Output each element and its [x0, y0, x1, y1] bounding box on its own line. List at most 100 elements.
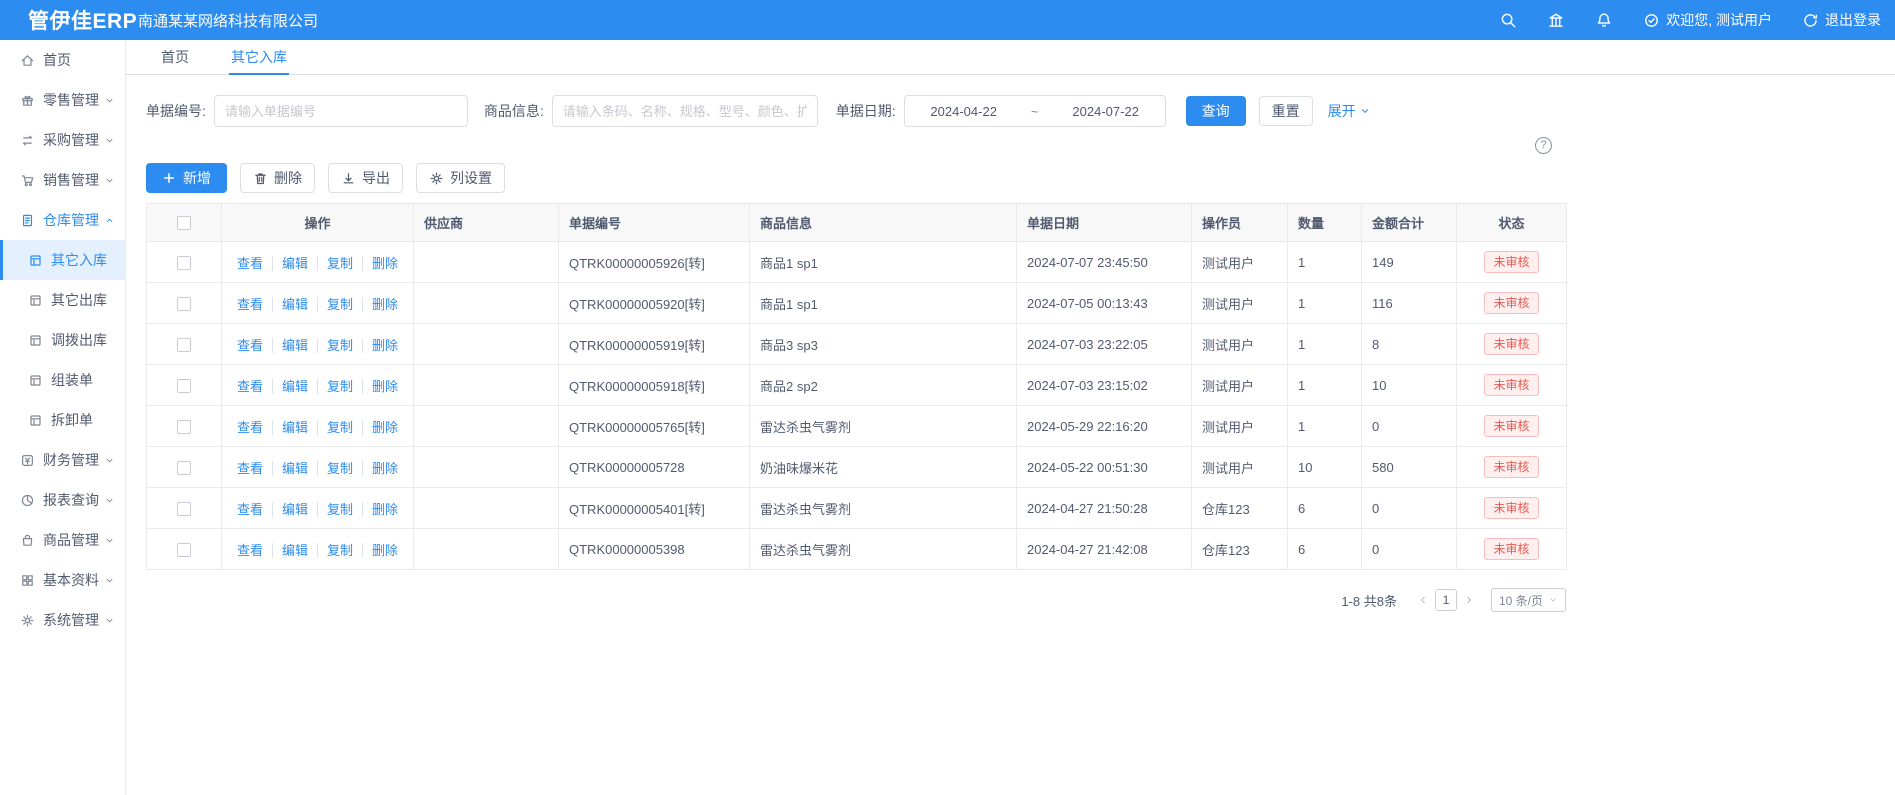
row-action-view[interactable]: 查看: [237, 297, 263, 312]
delete-button[interactable]: 删除: [240, 163, 315, 193]
row-action-copy[interactable]: 复制: [317, 297, 353, 312]
sidebar-item-transfer-outbound[interactable]: 调拨出库: [0, 320, 125, 360]
row-action-edit[interactable]: 编辑: [272, 256, 308, 271]
cell-qty: 6: [1288, 529, 1362, 570]
order-no-input[interactable]: [214, 95, 468, 127]
row-action-edit[interactable]: 编辑: [272, 543, 308, 558]
row-action-copy[interactable]: 复制: [317, 543, 353, 558]
row-action-edit[interactable]: 编辑: [272, 297, 308, 312]
row-action-delete[interactable]: 删除: [362, 461, 398, 476]
sidebar-item-retail[interactable]: 零售管理: [0, 80, 125, 120]
date-range-picker[interactable]: 2024-04-22 ~ 2024-07-22: [904, 95, 1166, 127]
sidebar-item-basic-data[interactable]: 基本资料: [0, 560, 125, 600]
row-action-copy[interactable]: 复制: [317, 338, 353, 353]
sidebar-item-warehouse[interactable]: 仓库管理: [0, 200, 125, 240]
row-action-view[interactable]: 查看: [237, 543, 263, 558]
bank-icon[interactable]: [1547, 11, 1565, 29]
row-action-delete[interactable]: 删除: [362, 502, 398, 517]
row-action-delete[interactable]: 删除: [362, 297, 398, 312]
records-table: 操作供应商单据编号商品信息单据日期操作员数量金额合计状态 查看编辑复制删除 QT…: [146, 203, 1567, 570]
sidebar-item-sales[interactable]: 销售管理: [0, 160, 125, 200]
finance-icon: [20, 453, 35, 468]
status-badge: 未审核: [1484, 497, 1538, 519]
page-size-select[interactable]: 10 条/页: [1491, 588, 1566, 612]
add-button[interactable]: 新增: [146, 163, 227, 193]
row-action-delete[interactable]: 删除: [362, 379, 398, 394]
cell-date: 2024-07-05 00:13:43: [1017, 283, 1192, 324]
row-action-copy[interactable]: 复制: [317, 420, 353, 435]
export-button[interactable]: 导出: [328, 163, 403, 193]
table-row: 查看编辑复制删除 QTRK00000005918[转] 商品2 sp2 2024…: [147, 365, 1567, 406]
reset-button[interactable]: 重置: [1259, 96, 1313, 126]
row-action-delete[interactable]: 删除: [362, 256, 398, 271]
expand-link[interactable]: 展开: [1328, 101, 1371, 121]
row-checkbox[interactable]: [177, 338, 191, 352]
bell-icon[interactable]: [1595, 11, 1613, 29]
sidebar-item-products[interactable]: 商品管理: [0, 520, 125, 560]
cell-operator: 测试用户: [1192, 324, 1288, 365]
order-no-label: 单据编号:: [146, 101, 206, 121]
list-icon: [28, 373, 43, 388]
row-action-copy[interactable]: 复制: [317, 461, 353, 476]
current-page[interactable]: 1: [1435, 589, 1457, 611]
sidebar-item-finance[interactable]: 财务管理: [0, 440, 125, 480]
sidebar-item-purchase[interactable]: 采购管理: [0, 120, 125, 160]
prev-page-icon[interactable]: [1417, 594, 1429, 606]
row-action-view[interactable]: 查看: [237, 338, 263, 353]
column-settings-button[interactable]: 列设置: [416, 163, 505, 193]
row-action-view[interactable]: 查看: [237, 461, 263, 476]
sidebar-item-other-inbound[interactable]: 其它入库: [0, 240, 125, 280]
help-icon[interactable]: ?: [1535, 137, 1552, 154]
row-action-view[interactable]: 查看: [237, 379, 263, 394]
search-icon[interactable]: [1499, 11, 1517, 29]
cell-qty: 10: [1288, 447, 1362, 488]
cell-qty: 6: [1288, 488, 1362, 529]
sidebar-item-reports[interactable]: 报表查询: [0, 480, 125, 520]
tab-bar: 首页 其它入库: [126, 40, 1895, 75]
status-badge: 未审核: [1484, 415, 1538, 437]
sidebar-item-other-outbound[interactable]: 其它出库: [0, 280, 125, 320]
row-action-edit[interactable]: 编辑: [272, 420, 308, 435]
sidebar-item-disassembly-order[interactable]: 拆卸单: [0, 400, 125, 440]
row-action-copy[interactable]: 复制: [317, 256, 353, 271]
row-checkbox[interactable]: [177, 461, 191, 475]
doc-icon: [20, 213, 35, 228]
row-checkbox[interactable]: [177, 502, 191, 516]
product-info-input[interactable]: [552, 95, 818, 127]
logout-button[interactable]: 退出登录: [1802, 10, 1881, 30]
row-actions: 查看编辑复制删除: [222, 242, 414, 283]
row-action-delete[interactable]: 删除: [362, 420, 398, 435]
sidebar-item-assembly-order[interactable]: 组装单: [0, 360, 125, 400]
row-actions: 查看编辑复制删除: [222, 406, 414, 447]
row-action-edit[interactable]: 编辑: [272, 461, 308, 476]
gear-icon: [429, 171, 444, 186]
tab-home[interactable]: 首页: [159, 40, 191, 74]
page-content: 单据编号: 商品信息: 单据日期: 2024-04-22 ~ 2024-07-2…: [126, 75, 1895, 795]
row-action-view[interactable]: 查看: [237, 420, 263, 435]
row-action-edit[interactable]: 编辑: [272, 379, 308, 394]
row-action-view[interactable]: 查看: [237, 256, 263, 271]
sidebar-item-system[interactable]: 系统管理: [0, 600, 125, 640]
welcome-user[interactable]: 欢迎您, 测试用户: [1643, 10, 1772, 30]
row-checkbox[interactable]: [177, 420, 191, 434]
next-page-icon[interactable]: [1463, 594, 1475, 606]
row-action-delete[interactable]: 删除: [362, 338, 398, 353]
row-action-edit[interactable]: 编辑: [272, 338, 308, 353]
row-action-edit[interactable]: 编辑: [272, 502, 308, 517]
row-action-delete[interactable]: 删除: [362, 543, 398, 558]
user-circle-icon: [1643, 12, 1660, 29]
tab-other-inbound[interactable]: 其它入库: [229, 40, 289, 74]
row-checkbox[interactable]: [177, 297, 191, 311]
row-checkbox[interactable]: [177, 543, 191, 557]
row-action-copy[interactable]: 复制: [317, 502, 353, 517]
row-action-copy[interactable]: 复制: [317, 379, 353, 394]
sidebar-item-home[interactable]: 首页: [0, 40, 125, 80]
select-all-checkbox[interactable]: [177, 216, 191, 230]
cell-amount: 116: [1362, 283, 1457, 324]
search-button[interactable]: 查询: [1186, 96, 1246, 126]
row-checkbox[interactable]: [177, 256, 191, 270]
cell-order-no: QTRK00000005919[转]: [559, 324, 750, 365]
row-checkbox[interactable]: [177, 379, 191, 393]
row-action-view[interactable]: 查看: [237, 502, 263, 517]
topbar-actions: 欢迎您, 测试用户 退出登录: [1469, 10, 1895, 30]
